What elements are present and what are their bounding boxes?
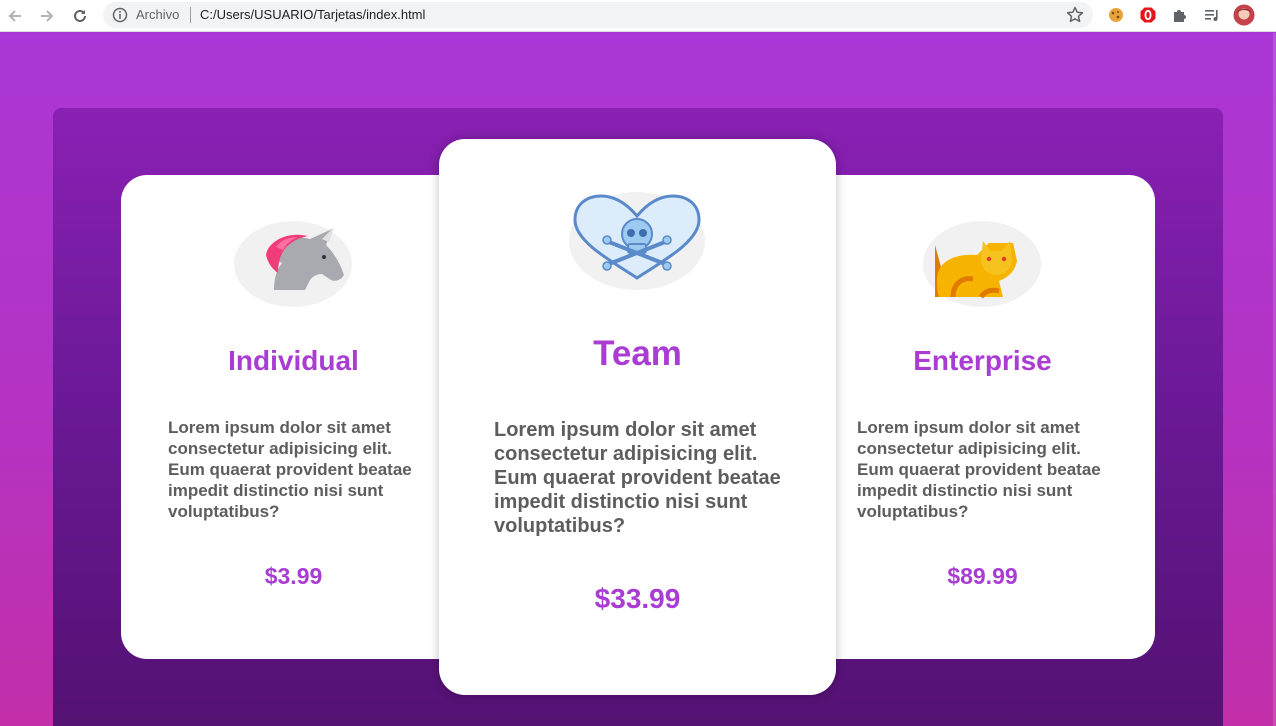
skull-heart-icon [569,192,705,290]
card-description: Lorem ipsum dolor sit amet consectetur a… [857,418,1101,521]
back-arrow-icon[interactable] [4,5,26,27]
extension-cookie-icon[interactable] [1105,4,1127,26]
browser-toolbar: Archivo C:/Users/USUARIO/Tarjetas/index.… [0,0,1276,32]
unicorn-icon [234,221,352,307]
reload-icon[interactable] [69,5,91,27]
pricing-card-team: Team Lorem ipsum dolor sit amet consecte… [439,139,836,695]
url-text[interactable]: C:/Users/USUARIO/Tarjetas/index.html [200,7,425,23]
forward-arrow-icon[interactable] [36,5,58,27]
origin-label: Archivo [136,7,180,22]
pricing-card-enterprise: Enterprise Lorem ipsum dolor sit amet co… [810,175,1155,659]
star-icon[interactable] [1065,5,1085,25]
omnibox-divider [190,7,191,23]
address-bar[interactable]: Archivo C:/Users/USUARIO/Tarjetas/index.… [103,2,1093,28]
media-queue-icon[interactable] [1201,4,1223,26]
puzzle-icon[interactable] [1169,4,1191,26]
profile-avatar-icon[interactable] [1233,4,1255,26]
pricing-card-individual: Individual Lorem ipsum dolor sit amet co… [121,175,466,659]
info-icon[interactable] [112,7,128,23]
card-description: Lorem ipsum dolor sit amet consectetur a… [168,418,412,521]
card-description: Lorem ipsum dolor sit amet consectetur a… [494,419,781,537]
card-price: $3.99 [264,563,323,589]
card-price: $33.99 [594,583,681,614]
extension-adblock-icon[interactable] [1137,4,1159,26]
card-title: Individual [228,345,359,376]
cat-icon [923,221,1041,307]
card-price: $89.99 [947,563,1018,589]
card-title: Team [593,334,682,373]
card-title: Enterprise [913,345,1052,376]
